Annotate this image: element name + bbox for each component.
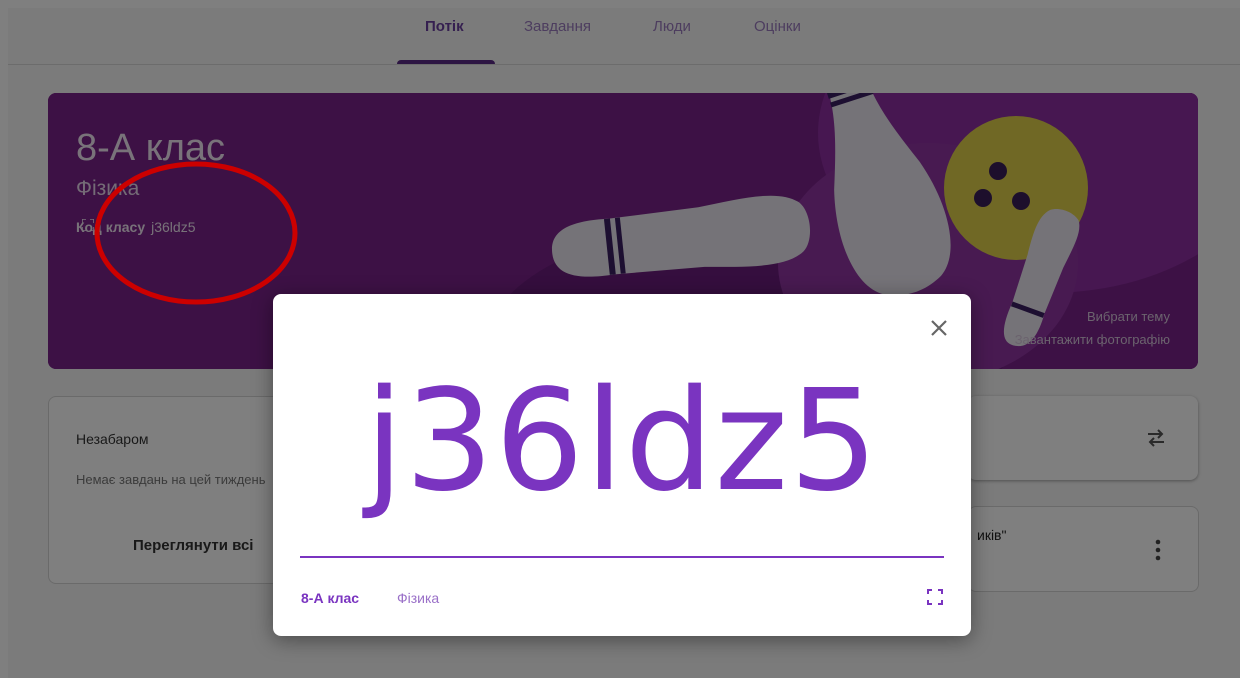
fullscreen-icon[interactable] — [927, 589, 943, 605]
class-code-dialog: j36ldz5 8-А клас Фізика — [273, 294, 971, 636]
dialog-class-name: 8-А клас — [301, 590, 360, 606]
red-circle-annotation — [94, 161, 298, 305]
class-code-large: j36ldz5 — [364, 360, 880, 523]
code-underline — [300, 556, 944, 558]
dialog-subject: Фізика — [397, 590, 440, 606]
close-icon[interactable] — [925, 314, 953, 342]
